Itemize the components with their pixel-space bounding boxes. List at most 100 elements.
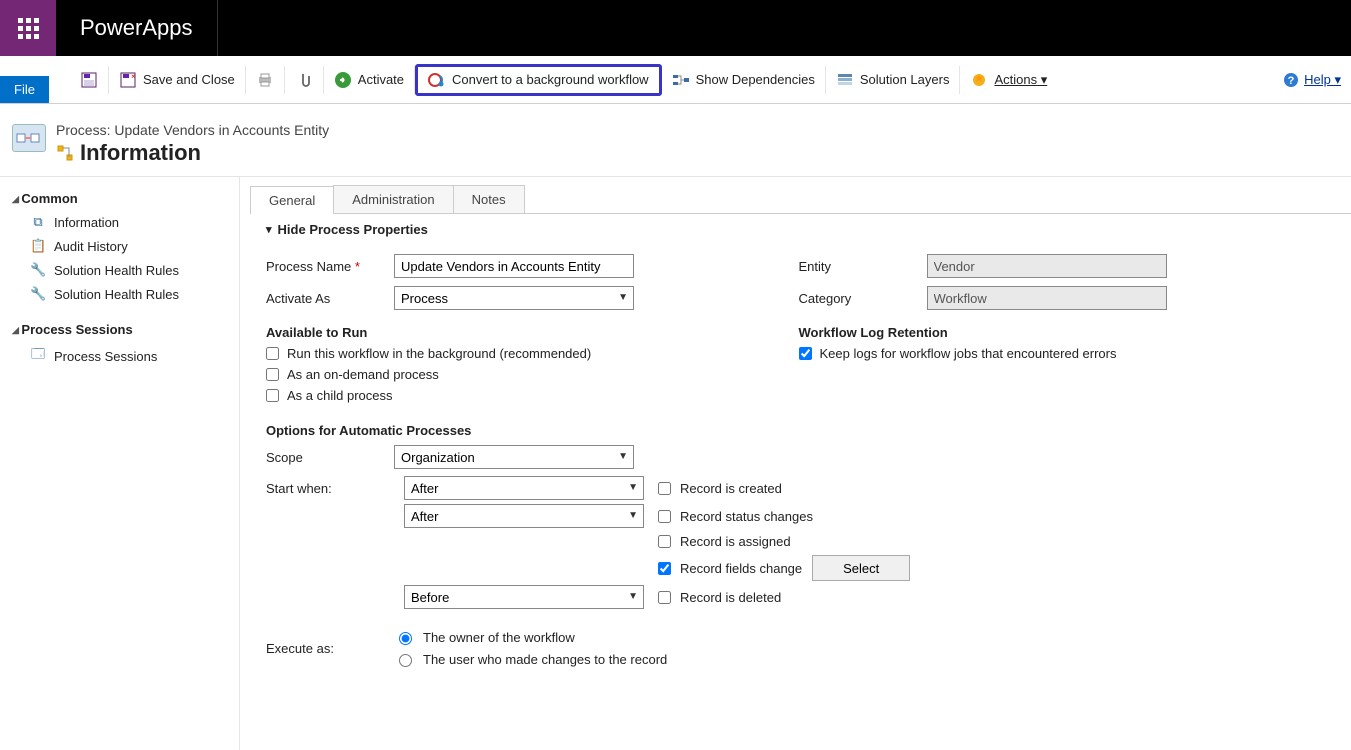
exec-owner-label: The owner of the workflow: [423, 630, 575, 645]
sidebar-section-process-sessions[interactable]: Process Sessions: [4, 318, 235, 341]
health-icon: 🔧: [30, 286, 46, 302]
app-launcher[interactable]: [0, 0, 56, 56]
category-label: Category: [799, 291, 927, 306]
show-dependencies-button[interactable]: Show Dependencies: [662, 66, 826, 94]
health-icon: 🔧: [30, 262, 46, 278]
scope-select[interactable]: Organization: [394, 445, 634, 469]
sidebar-section-common[interactable]: Common: [4, 187, 235, 210]
sidebar: Common ⧉ Information 📋 Audit History 🔧 S…: [0, 177, 240, 750]
trigger-status-label: Record status changes: [680, 509, 813, 524]
actions-icon: [970, 71, 988, 89]
keep-logs-checkbox[interactable]: [799, 347, 812, 360]
dependencies-icon: [672, 71, 690, 89]
save-close-icon: ×: [119, 71, 137, 89]
svg-text:?: ?: [1288, 75, 1295, 87]
print-icon: [256, 71, 274, 89]
start-when-select-2[interactable]: After: [404, 504, 644, 528]
convert-icon: [428, 71, 446, 89]
layers-label: Solution Layers: [860, 72, 950, 87]
tab-administration[interactable]: Administration: [333, 185, 453, 213]
process-icon: [12, 124, 46, 152]
run-background-checkbox[interactable]: [266, 347, 279, 360]
exec-owner-radio[interactable]: [399, 632, 412, 645]
start-when-select-1[interactable]: After: [404, 476, 644, 500]
sidebar-item-solution-health-2[interactable]: 🔧 Solution Health Rules: [4, 282, 235, 306]
activate-button[interactable]: Activate: [324, 66, 415, 94]
sidebar-item-label: Information: [54, 215, 119, 230]
actions-menu[interactable]: Actions ▾: [960, 66, 1057, 94]
page-title: Information: [80, 140, 201, 166]
sessions-icon: 🗔: [30, 345, 46, 367]
trigger-assigned-checkbox[interactable]: [658, 535, 671, 548]
trigger-created-label: Record is created: [680, 481, 782, 496]
log-retention-header: Workflow Log Retention: [799, 325, 1332, 340]
hide-properties-toggle[interactable]: Hide Process Properties: [266, 222, 1351, 237]
process-name-input[interactable]: [394, 254, 634, 278]
trigger-deleted-checkbox[interactable]: [658, 591, 671, 604]
trigger-deleted-label: Record is deleted: [680, 590, 781, 605]
save-and-close-button[interactable]: × Save and Close: [109, 66, 246, 94]
tab-notes[interactable]: Notes: [453, 185, 525, 213]
sidebar-item-information[interactable]: ⧉ Information: [4, 210, 235, 234]
child-process-label: As a child process: [287, 388, 393, 403]
category-field: [927, 286, 1167, 310]
help-link[interactable]: ? Help ▾: [1282, 71, 1341, 89]
help-icon: ?: [1282, 71, 1300, 89]
layers-icon: [836, 71, 854, 89]
attach-button[interactable]: [285, 66, 324, 94]
breadcrumb: Process: Update Vendors in Accounts Enti…: [56, 122, 329, 138]
run-background-label: Run this workflow in the background (rec…: [287, 346, 591, 361]
exec-user-label: The user who made changes to the record: [423, 652, 667, 667]
child-process-checkbox[interactable]: [266, 389, 279, 402]
options-header: Options for Automatic Processes: [266, 423, 1351, 438]
actions-label: Actions ▾: [994, 72, 1047, 88]
on-demand-checkbox[interactable]: [266, 368, 279, 381]
workflow-icon: [56, 144, 74, 162]
sidebar-item-process-sessions[interactable]: 🗔 Process Sessions: [4, 341, 235, 371]
save-icon-button[interactable]: [70, 66, 109, 94]
sidebar-item-solution-health-1[interactable]: 🔧 Solution Health Rules: [4, 258, 235, 282]
sidebar-item-audit-history[interactable]: 📋 Audit History: [4, 234, 235, 258]
on-demand-label: As an on-demand process: [287, 367, 439, 382]
trigger-status-checkbox[interactable]: [658, 510, 671, 523]
activate-label: Activate: [358, 72, 404, 87]
entity-field: [927, 254, 1167, 278]
activate-icon: [334, 71, 352, 89]
solution-layers-button[interactable]: Solution Layers: [826, 66, 961, 94]
trigger-fields-label: Record fields change: [680, 561, 802, 576]
process-name-label: Process Name: [266, 259, 394, 274]
sidebar-item-label: Solution Health Rules: [54, 263, 179, 278]
waffle-icon: [18, 18, 39, 39]
start-when-label: Start when:: [266, 481, 394, 496]
deps-label: Show Dependencies: [696, 72, 815, 87]
entity-label: Entity: [799, 259, 927, 274]
app-title: PowerApps: [56, 0, 218, 56]
select-fields-button[interactable]: Select: [812, 555, 910, 581]
keep-logs-label: Keep logs for workflow jobs that encount…: [820, 346, 1117, 361]
convert-workflow-button[interactable]: Convert to a background workflow: [415, 64, 662, 96]
activate-as-label: Activate As: [266, 291, 394, 306]
execute-as-label: Execute as:: [266, 641, 394, 656]
save-icon: [80, 71, 98, 89]
sidebar-item-label: Audit History: [54, 239, 128, 254]
save-close-label: Save and Close: [143, 72, 235, 87]
tab-general[interactable]: General: [250, 186, 334, 214]
help-label: Help ▾: [1304, 72, 1341, 88]
paperclip-icon: [295, 71, 313, 89]
scope-label: Scope: [266, 450, 394, 465]
file-button[interactable]: File: [0, 76, 49, 103]
activate-as-select[interactable]: Process: [394, 286, 634, 310]
trigger-assigned-label: Record is assigned: [680, 534, 791, 549]
trigger-fields-checkbox[interactable]: [658, 562, 671, 575]
audit-icon: 📋: [30, 238, 46, 254]
convert-label: Convert to a background workflow: [452, 72, 649, 87]
available-to-run-header: Available to Run: [266, 325, 799, 340]
exec-user-radio[interactable]: [399, 654, 412, 667]
start-when-select-3[interactable]: Before: [404, 585, 644, 609]
sidebar-item-label: Process Sessions: [54, 349, 157, 364]
print-button[interactable]: [246, 66, 285, 94]
svg-text:×: ×: [131, 72, 136, 81]
trigger-created-checkbox[interactable]: [658, 482, 671, 495]
workflow-small-icon: ⧉: [30, 214, 46, 230]
sidebar-item-label: Solution Health Rules: [54, 287, 179, 302]
